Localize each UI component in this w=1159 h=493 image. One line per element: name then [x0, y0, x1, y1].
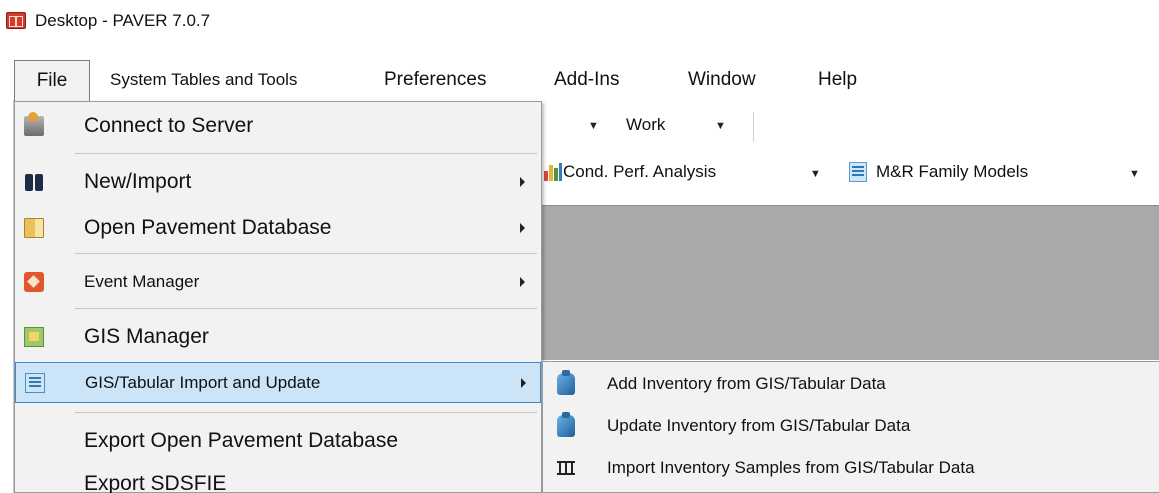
menu-separator — [75, 412, 537, 413]
server-icon — [24, 112, 44, 136]
samples-icon — [557, 461, 575, 475]
left-window-edge — [0, 100, 14, 493]
submenu-item-update-inventory[interactable]: Update Inventory from GIS/Tabular Data — [543, 408, 1158, 444]
menu-item-new-import[interactable]: New/Import — [15, 162, 541, 202]
menu-item-label: Open Pavement Database — [84, 216, 332, 239]
file-menu-dropdown: Connect to Server New/Import Open Paveme… — [14, 101, 542, 493]
submenu-arrow-icon — [521, 378, 526, 388]
paver-app-icon — [6, 12, 26, 29]
mr-family-models-icon — [849, 162, 867, 182]
flask-icon — [557, 412, 575, 437]
menu-item-label: New/Import — [84, 170, 192, 193]
menu-bar: File System Tables and Tools Preferences… — [0, 60, 1159, 104]
menu-item-gis-manager[interactable]: GIS Manager — [15, 317, 541, 357]
toolbar-work-button[interactable]: Work — [626, 115, 665, 135]
submenu-item-add-inventory[interactable]: Add Inventory from GIS/Tabular Data — [543, 366, 1158, 402]
menu-separator — [75, 153, 537, 154]
menu-item-export-sdsfie[interactable]: Export SDSFIE — [15, 464, 541, 493]
window-title: Desktop - PAVER 7.0.7 — [35, 11, 211, 30]
submenu-item-label: Add Inventory from GIS/Tabular Data — [607, 374, 886, 393]
menu-item-label: Export Open Pavement Database — [84, 429, 399, 452]
title-bar: Desktop - PAVER 7.0.7 — [0, 0, 1159, 52]
binoculars-icon — [24, 172, 44, 192]
cond-perf-dropdown-arrow-icon[interactable]: ▼ — [810, 168, 821, 180]
toolbar-row-1: ▼ Work ▼ — [540, 108, 1159, 146]
gis-tabular-icon — [25, 373, 45, 393]
menu-separator — [75, 253, 537, 254]
submenu-arrow-icon — [520, 177, 525, 187]
toolbar-row-2: Cond. Perf. Analysis ▼ M&R Family Models… — [540, 148, 1159, 198]
menu-add-ins[interactable]: Add-Ins — [554, 60, 619, 100]
menu-item-label: Event Manager — [84, 272, 200, 291]
event-icon — [24, 272, 44, 292]
cond-perf-analysis-button[interactable]: Cond. Perf. Analysis — [563, 162, 716, 182]
submenu-item-label: Update Inventory from GIS/Tabular Data — [607, 416, 911, 435]
submenu-item-label: Import Inventory Samples from GIS/Tabula… — [607, 458, 975, 477]
toolbar-separator — [753, 112, 754, 142]
mr-models-dropdown-arrow-icon[interactable]: ▼ — [1129, 168, 1140, 180]
menu-item-export-open-pavement-database[interactable]: Export Open Pavement Database — [15, 421, 541, 461]
flask-icon — [557, 370, 575, 395]
workspace-area — [542, 205, 1159, 360]
menu-item-event-manager[interactable]: Event Manager — [15, 262, 541, 302]
submenu-item-import-inventory-samples[interactable]: Import Inventory Samples from GIS/Tabula… — [543, 450, 1158, 486]
menu-window[interactable]: Window — [688, 60, 756, 100]
submenu-arrow-icon — [520, 277, 525, 287]
dropdown-arrow-icon[interactable]: ▼ — [588, 120, 599, 132]
menu-item-label: GIS/Tabular Import and Update — [85, 373, 321, 392]
menu-preferences[interactable]: Preferences — [384, 60, 486, 100]
menu-item-gis-tabular-import-and-update[interactable]: GIS/Tabular Import and Update — [15, 362, 541, 403]
work-dropdown-arrow-icon[interactable]: ▼ — [715, 120, 726, 132]
menu-item-label: Export SDSFIE — [84, 472, 227, 493]
menu-item-label: GIS Manager — [84, 325, 209, 348]
submenu-arrow-icon — [520, 223, 525, 233]
gis-tabular-submenu: Add Inventory from GIS/Tabular Data Upda… — [542, 361, 1159, 493]
menu-item-label: Connect to Server — [84, 114, 254, 137]
menu-item-connect-to-server[interactable]: Connect to Server — [15, 106, 541, 146]
menu-help[interactable]: Help — [818, 60, 857, 100]
menu-item-open-pavement-database[interactable]: Open Pavement Database — [15, 208, 541, 248]
menu-system-tables-and-tools[interactable]: System Tables and Tools — [110, 60, 297, 100]
bar-chart-icon — [544, 163, 562, 181]
database-icon — [24, 218, 44, 238]
gis-icon — [24, 327, 44, 347]
menu-separator — [75, 308, 537, 309]
menu-file[interactable]: File — [14, 60, 90, 104]
mr-family-models-button[interactable]: M&R Family Models — [876, 162, 1028, 182]
